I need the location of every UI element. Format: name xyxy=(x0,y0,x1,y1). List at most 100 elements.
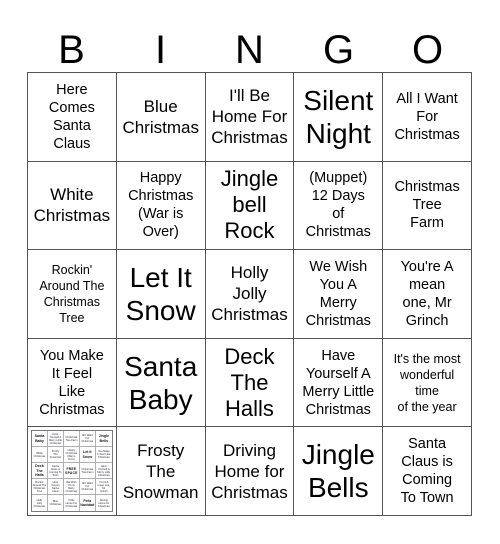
bingo-cell[interactable]: Jingle bell Rock xyxy=(205,161,295,251)
bingo-cell-mini-card[interactable]: Santa Baby Have Yourself A Merry Little C… xyxy=(28,427,117,516)
mini-cell-label: Christmas Tree Farm xyxy=(81,467,94,474)
mini-cell-label: Santa Baby xyxy=(34,434,45,443)
bingo-header-letter-n: N xyxy=(235,28,264,72)
bingo-cell[interactable]: Santa Claus is Coming To Town xyxy=(383,427,472,516)
mini-cell-label: White Christmas xyxy=(33,451,46,458)
bingo-cell-label: Jingle Bells xyxy=(301,439,375,504)
bingo-cell-label: Here Comes Santa Claus xyxy=(48,81,95,152)
bingo-card: B I N G O Here Comes Santa Claus Blue Christm… xyxy=(0,0,500,544)
mini-cell-label: Have Yourself A Merry Little Christmas xyxy=(49,432,62,445)
mini-cell: I'll Be Home For Christmas xyxy=(64,495,80,512)
mini-cell-label: Holly Jolly Christmas xyxy=(33,498,46,508)
bingo-cell[interactable]: I'll Be Home For Christmas xyxy=(205,73,295,162)
mini-cell-label: Jingle Bells xyxy=(98,434,109,443)
bingo-grid: Here Comes Santa Claus Blue Christmas I'll… xyxy=(27,72,472,516)
mini-cell-label: I'll Be Home For Christmas xyxy=(65,498,78,508)
bingo-cell-label: Frosty The Snowman xyxy=(122,440,199,502)
bingo-cell-label: Holly Jolly Christmas xyxy=(211,263,288,325)
mini-cell: Blue Christmas xyxy=(48,495,64,512)
mini-cell: You Make It Feel Like Christmas xyxy=(95,447,112,464)
bingo-cell[interactable]: Rockin' Around The Christmas Tree xyxy=(28,250,117,339)
mini-cell: Jingle Bells xyxy=(95,431,112,448)
mini-cell: Have Yourself A Merry Little Christmas xyxy=(47,431,64,448)
bingo-cell[interactable]: White Christmas xyxy=(28,161,117,251)
bingo-cell-label: Rockin' Around The Christmas Tree xyxy=(39,262,105,325)
bingo-cell-label: Blue Christmas xyxy=(122,96,199,137)
bingo-cell[interactable]: (Muppet) 12 Days of Christmas xyxy=(294,161,384,251)
bingo-header: BINGO xyxy=(27,16,472,72)
mini-cell: Holly Jolly Christmas xyxy=(32,495,48,512)
bingo-cell-label: Happy Christmas (War is Over) xyxy=(128,170,194,241)
bingo-cell[interactable]: Blue Christmas xyxy=(116,73,206,162)
mini-cell: Here Comes Santa Claus xyxy=(47,479,64,496)
bingo-cell[interactable]: Here Comes Santa Claus xyxy=(28,73,117,162)
mini-cell-label: Feliz Navidad xyxy=(80,498,95,508)
mini-cell: Rockin' Around The Christmas Tree xyxy=(32,479,48,496)
bingo-cell-label: Driving Home for Christmas xyxy=(211,440,288,502)
bingo-cell[interactable]: All I Want For Christmas xyxy=(383,73,472,162)
mini-cell: We Wish You A Merry Christmas xyxy=(63,479,80,496)
bingo-cell-label: White Christmas xyxy=(33,185,111,226)
mini-cell-label: Happy Christmas (War is Over) xyxy=(65,448,78,461)
bingo-header-letter-g: G xyxy=(322,28,355,72)
mini-cell: Feliz Navidad xyxy=(80,495,96,512)
mini-cell-label: All I Want For Christmas xyxy=(81,434,94,444)
bingo-cell[interactable]: Have Yourself A Merry Little Christmas xyxy=(294,338,384,428)
mini-cell-label: Blue Christmas xyxy=(49,500,62,507)
bingo-cell[interactable]: You Make It Feel Like Christmas xyxy=(28,338,117,428)
bingo-cell-label: Let It Snow xyxy=(125,261,196,326)
bingo-cell[interactable]: Holly Jolly Christmas xyxy=(205,250,295,339)
mini-cell-label: You're A mean one, Mr Grinch xyxy=(97,480,110,493)
bingo-cell-label: Jingle bell Rock xyxy=(220,166,279,244)
mini-cell: Santa Baby xyxy=(32,431,48,448)
bingo-cell[interactable]: Driving Home for Christmas xyxy=(205,427,295,516)
mini-cell: Have Yourself A Merry Little Christmas xyxy=(95,463,112,480)
mini-cell-label: Have Yourself A Merry Little Christmas xyxy=(97,464,111,477)
bingo-cell[interactable]: Frosty The Snowman xyxy=(116,427,206,516)
mini-cell: Frosty The Snowman xyxy=(47,447,64,464)
bingo-cell-label: You Make It Feel Like Christmas xyxy=(39,347,105,418)
mini-cell-label: Here Comes Santa Claus xyxy=(51,480,60,493)
mini-cell-label: Driving Home for Christmas xyxy=(97,498,110,508)
bingo-cell[interactable]: Deck The Halls xyxy=(205,338,295,428)
bingo-header-letter-o: O xyxy=(411,28,444,72)
mini-cell: You're A mean one, Mr Grinch xyxy=(95,479,112,496)
bingo-cell-label: Have Yourself A Merry Little Christmas xyxy=(302,347,375,418)
mini-cell-label: You Make It Feel Like Christmas xyxy=(97,450,111,460)
mini-cell-label: FREE SPACE xyxy=(65,466,78,475)
mini-cell-label: Let It Snow xyxy=(82,450,93,459)
mini-cell-label: Santa Claus is Coming To Town xyxy=(49,464,62,477)
bingo-cell-label: Silent Night xyxy=(303,84,374,149)
mini-cell: FREE SPACE xyxy=(63,463,80,480)
bingo-cell[interactable]: Let It Snow xyxy=(116,250,206,339)
bingo-cell-label: We Wish You A Merry Christmas xyxy=(305,258,371,329)
mini-cell: Happy Christmas (War is Over) xyxy=(63,447,80,464)
bingo-cell-label: You're A mean one, Mr Grinch xyxy=(400,258,454,329)
mini-cell-label: Christmas Tree Farm xyxy=(65,435,78,442)
bingo-cell-label: It's the most wonderful time of the year xyxy=(393,351,461,414)
mini-cell: Let It Snow xyxy=(79,447,96,464)
mini-cell: Santa Claus is Coming To Town xyxy=(47,463,64,480)
bingo-cell-label: All I Want For Christmas xyxy=(394,90,460,143)
mini-cell-label: Frosty The Snowman xyxy=(49,450,62,460)
bingo-header-letter-b: B xyxy=(58,28,85,72)
bingo-cell[interactable]: Happy Christmas (War is Over) xyxy=(116,161,206,251)
bingo-cell[interactable]: It's the most wonderful time of the year xyxy=(383,338,472,428)
bingo-cell[interactable]: Jingle Bells xyxy=(294,427,384,516)
bingo-cell[interactable]: Christmas Tree Farm xyxy=(383,161,472,251)
bingo-cell-label: (Muppet) 12 Days of Christmas xyxy=(305,170,371,241)
mini-cell: Christmas Tree Farm xyxy=(79,463,96,480)
mini-cell: Driving Home for Christmas xyxy=(96,495,112,511)
mini-bingo-grid: Santa Baby Have Yourself A Merry Little C… xyxy=(31,430,113,513)
bingo-cell[interactable]: Silent Night xyxy=(294,73,384,162)
bingo-cell-label: I'll Be Home For Christmas xyxy=(211,86,288,148)
mini-cell-label: All I Want For Christmas xyxy=(81,482,94,492)
bingo-cell-label: Deck The Halls xyxy=(224,343,275,421)
bingo-cell[interactable]: We Wish You A Merry Christmas xyxy=(294,250,384,339)
bingo-cell[interactable]: You're A mean one, Mr Grinch xyxy=(383,250,472,339)
bingo-cell-label: Christmas Tree Farm xyxy=(394,179,460,232)
bingo-header-letter-i: I xyxy=(154,28,167,72)
mini-cell: All I Want For Christmas xyxy=(79,431,96,448)
bingo-cell-label: Santa Claus is Coming To Town xyxy=(400,436,454,507)
bingo-cell[interactable]: Santa Baby xyxy=(116,338,206,428)
